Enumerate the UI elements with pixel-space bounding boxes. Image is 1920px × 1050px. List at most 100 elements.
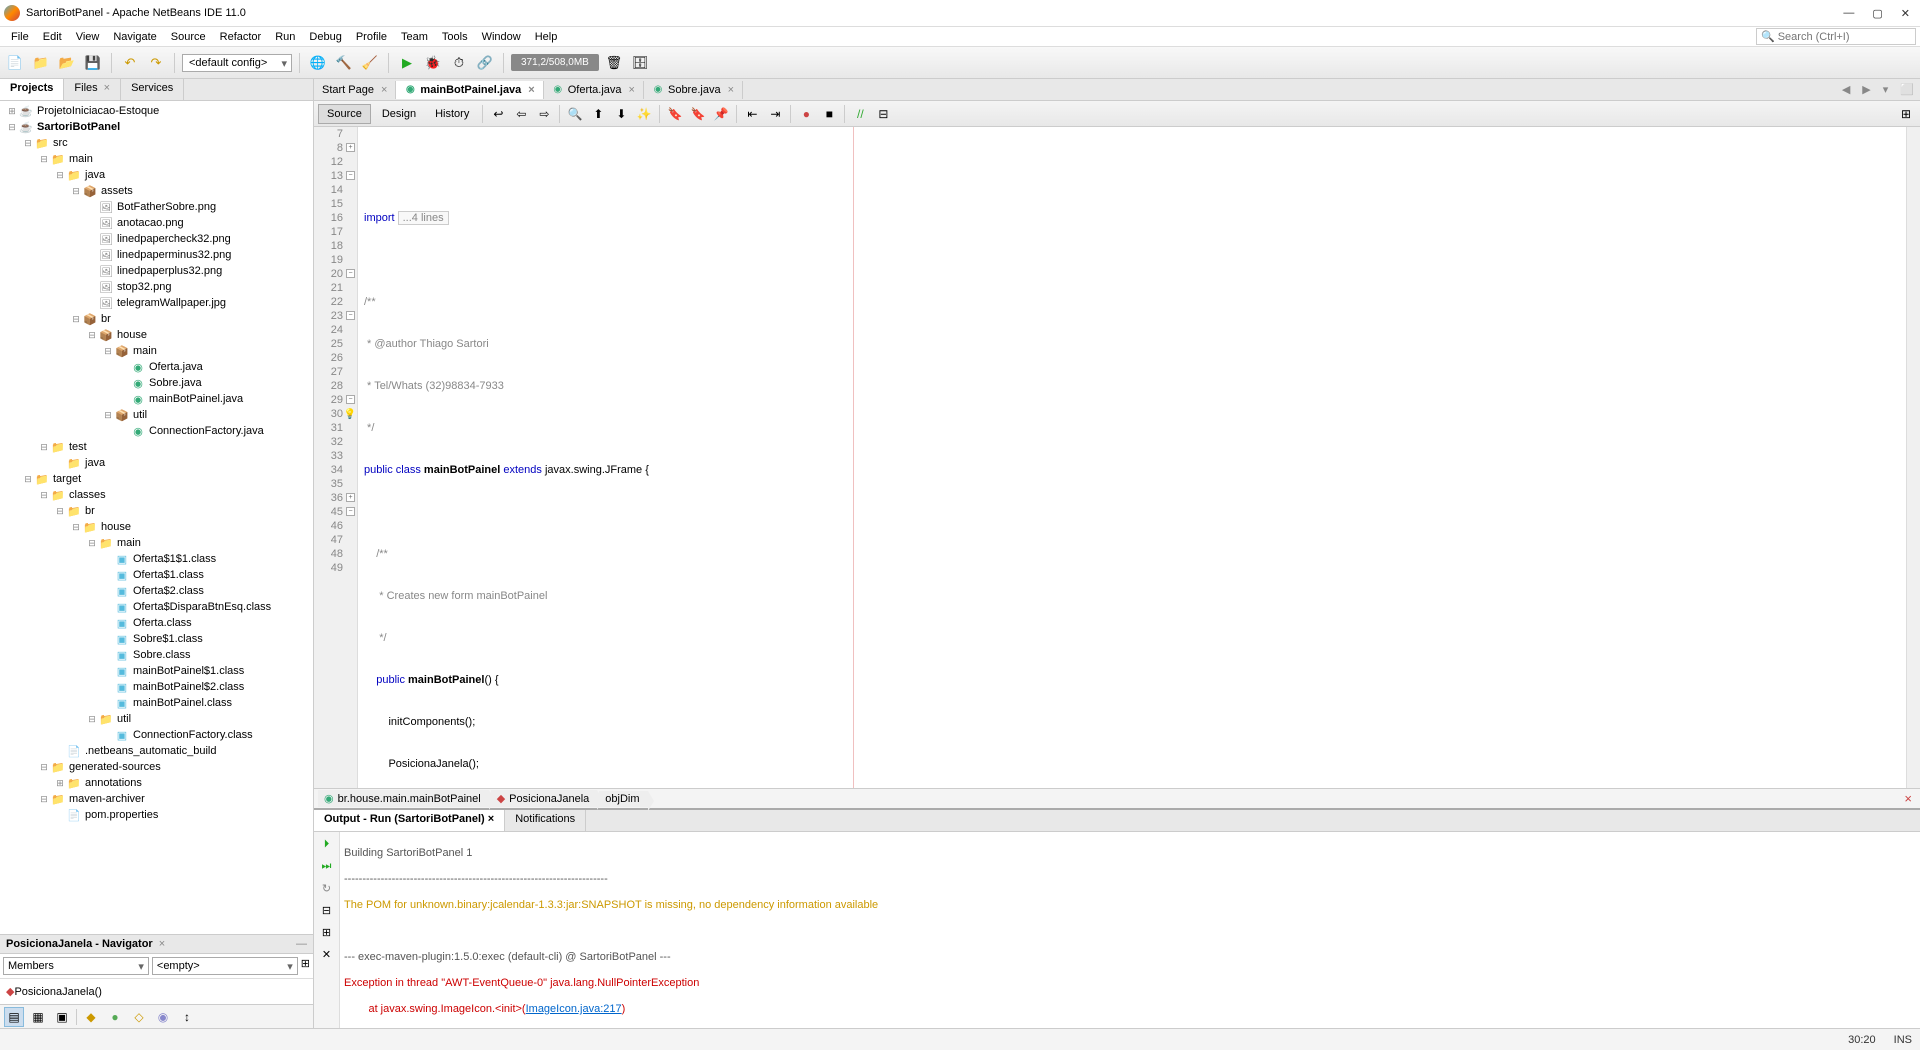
tree-item[interactable]: linedpaperplus32.png bbox=[117, 265, 222, 277]
nav-filter-icon[interactable]: ▤ bbox=[4, 1007, 24, 1027]
tree-item[interactable]: Oferta$1$1.class bbox=[133, 553, 216, 565]
tree-item[interactable]: util bbox=[117, 713, 131, 725]
fold-icon[interactable]: − bbox=[346, 395, 355, 404]
tree-item[interactable]: Oferta$DisparaBtnEsq.class bbox=[133, 601, 271, 613]
close-icon[interactable]: × bbox=[728, 84, 734, 96]
redo-icon[interactable]: ↷ bbox=[145, 52, 167, 74]
hint-bulb-icon[interactable]: 💡 bbox=[344, 408, 356, 422]
nav-show-icon[interactable]: ▣ bbox=[52, 1007, 72, 1027]
tree-item[interactable]: br bbox=[101, 313, 111, 325]
nav-sort-icon[interactable]: ▦ bbox=[28, 1007, 48, 1027]
design-view-button[interactable]: Design bbox=[374, 105, 424, 123]
tree-item[interactable]: ProjetoIniciacao-Estoque bbox=[37, 105, 159, 117]
expand-icon[interactable]: ⊞ bbox=[6, 106, 18, 117]
run-icon[interactable]: ▶ bbox=[396, 52, 418, 74]
tab-services[interactable]: Services bbox=[121, 79, 184, 100]
close-icon[interactable]: × bbox=[381, 84, 387, 96]
search-input[interactable] bbox=[1778, 31, 1911, 43]
nav-back-icon[interactable]: ⇦ bbox=[511, 104, 531, 124]
maximize-button[interactable]: ▢ bbox=[1872, 7, 1882, 20]
tree-item[interactable]: annotations bbox=[85, 777, 142, 789]
fold-icon[interactable]: − bbox=[346, 311, 355, 320]
tree-item[interactable]: ConnectionFactory.java bbox=[149, 425, 264, 437]
fold-icon[interactable]: + bbox=[346, 143, 355, 152]
members-combo[interactable]: Members bbox=[3, 957, 149, 975]
tree-item[interactable]: mainBotPainel$2.class bbox=[133, 681, 244, 693]
tree-item[interactable]: linedpaperminus32.png bbox=[117, 249, 231, 261]
tree-item[interactable]: BotFatherSobre.png bbox=[117, 201, 216, 213]
tree-item[interactable]: util bbox=[133, 409, 147, 421]
nav-icon[interactable]: ◉ bbox=[153, 1007, 173, 1027]
undo-icon[interactable]: ↶ bbox=[119, 52, 141, 74]
tree-item[interactable]: mainBotPainel.class bbox=[133, 697, 232, 709]
wrap-icon[interactable]: ⊞ bbox=[319, 924, 335, 940]
save-all-icon[interactable]: 💾 bbox=[82, 52, 104, 74]
open-project-icon[interactable]: 📂 bbox=[56, 52, 78, 74]
tree-item[interactable]: main bbox=[117, 537, 141, 549]
tree-item[interactable]: generated-sources bbox=[69, 761, 161, 773]
tab-oferta[interactable]: ◉Oferta.java× bbox=[544, 81, 644, 99]
tree-item[interactable]: anotacao.png bbox=[117, 217, 184, 229]
next-tab-icon[interactable]: ▶ bbox=[1856, 83, 1876, 96]
rerun-icon[interactable]: ⏵ bbox=[319, 836, 335, 852]
prev-bookmark-icon[interactable]: 🔖 bbox=[665, 104, 685, 124]
config-combo[interactable]: <default config> bbox=[182, 54, 292, 72]
tree-item[interactable]: assets bbox=[101, 185, 133, 197]
fold-icon[interactable]: − bbox=[346, 269, 355, 278]
profile-icon[interactable]: ⏱ bbox=[448, 52, 470, 74]
tab-notifications[interactable]: Notifications bbox=[505, 810, 586, 831]
last-edit-icon[interactable]: ↩ bbox=[488, 104, 508, 124]
toggle-hl-icon[interactable]: ✨ bbox=[634, 104, 654, 124]
tree-item[interactable]: house bbox=[101, 521, 131, 533]
attach-icon[interactable]: 🔗 bbox=[474, 52, 496, 74]
minimize-button[interactable]: — bbox=[1843, 7, 1854, 20]
close-icon[interactable]: × bbox=[528, 84, 534, 96]
breadcrumb-item[interactable]: ◉br.house.main.mainBotPainel bbox=[318, 790, 489, 807]
prev-tab-icon[interactable]: ◀ bbox=[1836, 83, 1856, 96]
tree-item[interactable]: Oferta$2.class bbox=[133, 585, 204, 597]
tab-files[interactable]: Files× bbox=[64, 79, 121, 100]
menu-edit[interactable]: Edit bbox=[36, 31, 69, 43]
menu-source[interactable]: Source bbox=[164, 31, 213, 43]
toggle-bookmark-icon[interactable]: 📌 bbox=[711, 104, 731, 124]
split-icon[interactable]: ⊞ bbox=[1896, 104, 1916, 124]
menu-view[interactable]: View bbox=[69, 31, 107, 43]
rerun-debug-icon[interactable]: ⏭ bbox=[319, 858, 335, 874]
project-tree[interactable]: ⊞☕ProjetoIniciacao-Estoque ⊟☕SartoriBotP… bbox=[0, 101, 313, 934]
clear-icon[interactable]: ✕ bbox=[319, 946, 335, 962]
tab-list-icon[interactable]: ▾ bbox=[1877, 83, 1895, 96]
db-icon[interactable]: 🗄 bbox=[629, 52, 651, 74]
clean-build-icon[interactable]: 🧹 bbox=[359, 52, 381, 74]
tree-item[interactable]: pom.properties bbox=[85, 809, 158, 821]
menu-run[interactable]: Run bbox=[268, 31, 302, 43]
nav-icon[interactable]: ◆ bbox=[81, 1007, 101, 1027]
fold-icon[interactable]: − bbox=[346, 507, 355, 516]
find-sel-icon[interactable]: 🔍 bbox=[565, 104, 585, 124]
menu-file[interactable]: File bbox=[4, 31, 36, 43]
breadcrumb-item[interactable]: objDim bbox=[599, 791, 647, 807]
tree-item[interactable]: main bbox=[69, 153, 93, 165]
macro-stop-icon[interactable]: ■ bbox=[819, 104, 839, 124]
close-icon[interactable]: × bbox=[488, 813, 494, 825]
breadcrumb-item[interactable]: ◆PosicionaJanela bbox=[491, 790, 598, 807]
shift-right-icon[interactable]: ⇥ bbox=[765, 104, 785, 124]
save-icon[interactable]: ⊟ bbox=[319, 902, 335, 918]
new-project-icon[interactable]: 📁 bbox=[30, 52, 52, 74]
code-editor[interactable]: 7 8+ 12 13− 14 15 16 17 18 19 20− 21 22 … bbox=[314, 127, 1920, 788]
menu-tools[interactable]: Tools bbox=[435, 31, 475, 43]
tree-item[interactable]: java bbox=[85, 169, 105, 181]
tree-item[interactable]: ConnectionFactory.class bbox=[133, 729, 253, 741]
tree-item[interactable]: Oferta$1.class bbox=[133, 569, 204, 581]
debug-icon[interactable]: 🐞 bbox=[422, 52, 444, 74]
macro-rec-icon[interactable]: ● bbox=[796, 104, 816, 124]
maximize-icon[interactable]: ⬜ bbox=[1894, 83, 1920, 96]
tab-projects[interactable]: Projects bbox=[0, 79, 64, 100]
tree-item[interactable]: target bbox=[53, 473, 81, 485]
tab-output[interactable]: Output - Run (SartoriBotPanel) × bbox=[314, 810, 505, 831]
tree-item[interactable]: Sobre.class bbox=[133, 649, 190, 661]
filter-icon[interactable]: ⊞ bbox=[301, 957, 310, 975]
menu-profile[interactable]: Profile bbox=[349, 31, 394, 43]
tree-item[interactable]: SartoriBotPanel bbox=[37, 121, 120, 133]
close-icon[interactable]: × bbox=[159, 938, 165, 950]
new-file-icon[interactable]: 📄 bbox=[4, 52, 26, 74]
